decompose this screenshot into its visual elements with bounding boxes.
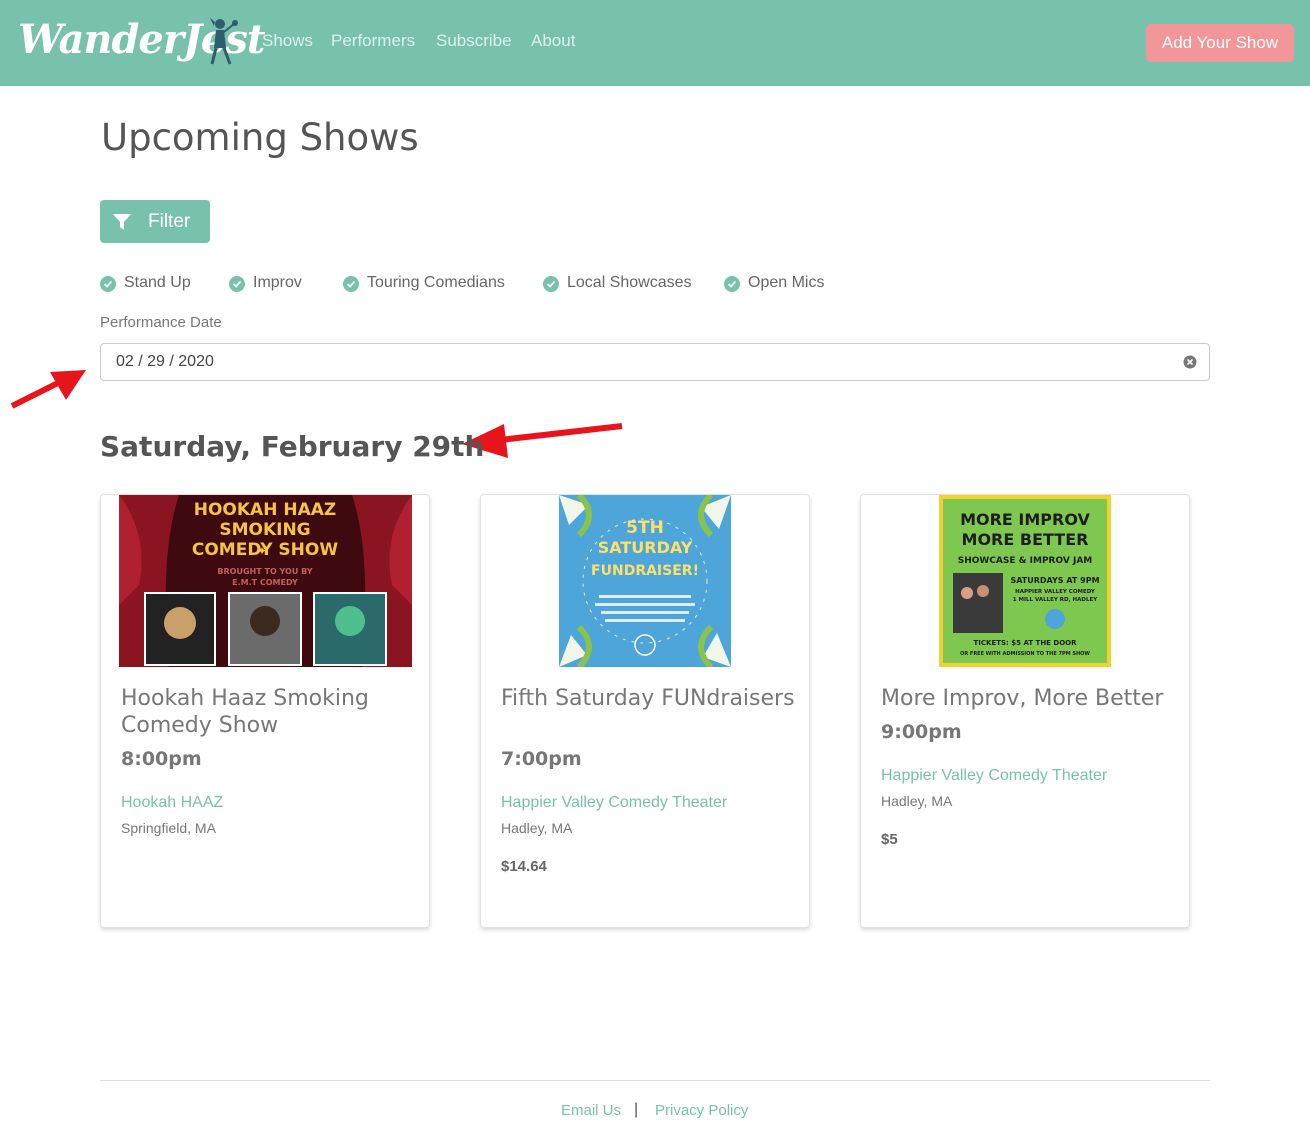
checkbox-label: Improv <box>253 274 302 291</box>
svg-text:HOOKAH HAAZ: HOOKAH HAAZ <box>194 500 336 520</box>
day-heading: Saturday, February 29th <box>100 430 485 463</box>
poster-more-improv: MORE IMPROV MORE BETTER SHOWCASE & IMPRO… <box>939 495 1111 667</box>
svg-text:MORE IMPROV: MORE IMPROV <box>960 510 1090 529</box>
checkbox-label: Stand Up <box>124 274 191 291</box>
show-city: Hadley, MA <box>501 820 573 836</box>
svg-text:E.M.T COMEDY: E.M.T COMEDY <box>232 578 298 587</box>
show-title[interactable]: Fifth Saturday FUNdraisers <box>501 685 796 712</box>
show-title[interactable]: Hookah Haaz Smoking Comedy Show <box>121 685 416 739</box>
checkbox-label: Open Mics <box>748 274 825 291</box>
svg-text:SATURDAY: SATURDAY <box>598 538 693 557</box>
nav-subscribe-link[interactable]: Subscribe <box>436 31 512 51</box>
show-title[interactable]: More Improv, More Better <box>881 685 1176 712</box>
show-price: $14.64 <box>501 858 547 875</box>
page-title: Upcoming Shows <box>101 116 419 159</box>
svg-text:MORE BETTER: MORE BETTER <box>962 530 1089 549</box>
show-city: Springfield, MA <box>121 820 216 836</box>
checkbox-improv[interactable]: Improv <box>229 274 319 294</box>
show-poster-image: MORE IMPROV MORE BETTER SHOWCASE & IMPRO… <box>939 495 1111 667</box>
checkmark-icon <box>100 276 116 292</box>
svg-text:5TH: 5TH <box>626 518 664 538</box>
svg-text:FUNDRAISER!: FUNDRAISER! <box>591 563 699 579</box>
show-poster-image: 5TH SATURDAY FUNDRAISER! <box>559 495 731 667</box>
svg-text:✦: ✦ <box>257 544 267 558</box>
performance-date-input[interactable]: 02 / 29 / 2020 <box>100 343 1210 381</box>
show-time: 9:00pm <box>881 721 962 743</box>
wanderjest-logo[interactable]: WanderJest <box>18 12 265 74</box>
svg-text:TICKETS: $5 AT THE DOOR: TICKETS: $5 AT THE DOOR <box>974 639 1078 647</box>
svg-text:HAPPIER VALLEY COMEDY: HAPPIER VALLEY COMEDY <box>1015 589 1096 595</box>
show-price: $5 <box>881 831 898 848</box>
checkmark-icon <box>343 276 359 292</box>
checkbox-label: Touring Comedians <box>367 274 505 291</box>
checkbox-open-mics[interactable]: Open Mics <box>724 274 834 294</box>
checkbox-label: Local Showcases <box>567 274 692 291</box>
svg-text:SHOWCASE & IMPROV JAM: SHOWCASE & IMPROV JAM <box>958 556 1093 566</box>
show-card[interactable]: HOOKAH HAAZ SMOKING COMEDY SHOW BROUGHT … <box>100 494 430 928</box>
show-card[interactable]: 5TH SATURDAY FUNDRAISER! Fifth Saturday … <box>480 494 810 928</box>
show-poster-image: HOOKAH HAAZ SMOKING COMEDY SHOW BROUGHT … <box>119 495 412 667</box>
nav-about-link[interactable]: About <box>531 31 575 51</box>
email-us-link[interactable]: Email Us <box>561 1102 621 1119</box>
nav-shows-link[interactable]: Shows <box>262 31 313 51</box>
annotation-arrow-icon <box>462 423 623 458</box>
poster-hookah-haaz: HOOKAH HAAZ SMOKING COMEDY SHOW BROUGHT … <box>119 495 412 667</box>
show-card[interactable]: MORE IMPROV MORE BETTER SHOWCASE & IMPRO… <box>860 494 1190 928</box>
checkbox-local-showcases[interactable]: Local Showcases <box>543 274 703 294</box>
show-venue-link[interactable]: Hookah HAAZ <box>121 794 223 812</box>
svg-text:SMOKING: SMOKING <box>219 520 310 540</box>
svg-text:OR FREE WITH ADMISSION TO THE: OR FREE WITH ADMISSION TO THE 7PM SHOW <box>960 651 1090 657</box>
filter-button[interactable]: Filter <box>100 200 210 243</box>
filter-button-label: Filter <box>148 211 191 232</box>
show-time: 7:00pm <box>501 748 582 770</box>
privacy-policy-link[interactable]: Privacy Policy <box>655 1102 748 1119</box>
footer-divider <box>100 1080 1210 1081</box>
footer-separator: | <box>634 1101 639 1118</box>
performance-date-label: Performance Date <box>100 314 222 331</box>
svg-text:SATURDAYS AT 9PM: SATURDAYS AT 9PM <box>1010 576 1099 585</box>
jester-figure-icon <box>210 18 238 65</box>
svg-text:1 MILL VALLEY RD, HADLEY: 1 MILL VALLEY RD, HADLEY <box>1013 597 1098 603</box>
show-time: 8:00pm <box>121 748 202 770</box>
show-venue-link[interactable]: Happier Valley Comedy Theater <box>881 767 1107 785</box>
checkmark-icon <box>724 276 740 292</box>
checkmark-icon <box>543 276 559 292</box>
funnel-icon <box>113 214 131 230</box>
checkmark-icon <box>229 276 245 292</box>
poster-fifth-saturday: 5TH SATURDAY FUNDRAISER! <box>559 495 731 667</box>
checkbox-touring-comedians[interactable]: Touring Comedians <box>343 274 518 294</box>
checkbox-stand-up[interactable]: Stand Up <box>100 274 200 294</box>
show-venue-link[interactable]: Happier Valley Comedy Theater <box>501 794 727 812</box>
nav-performers-link[interactable]: Performers <box>331 31 415 51</box>
svg-text:BROUGHT TO YOU BY: BROUGHT TO YOU BY <box>217 567 312 576</box>
top-navbar: WanderJest Shows Performers Subscribe Ab… <box>0 0 1310 86</box>
annotation-arrow-icon <box>10 370 86 409</box>
add-your-show-button[interactable]: Add Your Show <box>1146 24 1294 62</box>
show-city: Hadley, MA <box>881 793 953 809</box>
clear-date-icon[interactable] <box>1183 355 1197 369</box>
date-value: 02 / 29 / 2020 <box>116 353 214 370</box>
